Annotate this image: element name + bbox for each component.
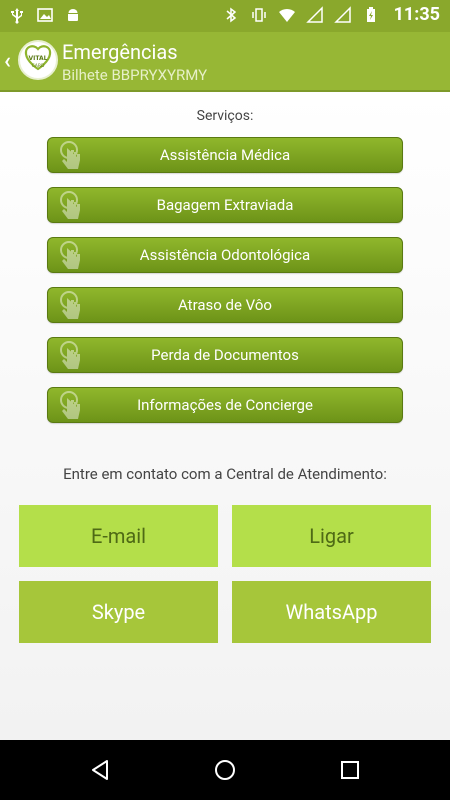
signal-sim1-icon — [305, 5, 323, 23]
service-label: Bagagem Extraviada — [156, 196, 294, 214]
signal-sim2-icon — [333, 5, 351, 23]
service-label: Assistência Médica — [159, 146, 291, 164]
svg-text:CARD: CARD — [32, 63, 45, 69]
tap-finger-icon — [60, 241, 80, 269]
service-button-bagagem-extraviada[interactable]: Bagagem Extraviada — [47, 187, 403, 223]
service-button-perda-de-documentos[interactable]: Perda de Documentos — [47, 337, 403, 373]
service-label: Informações de Concierge — [137, 396, 313, 414]
service-label: Assistência Odontológica — [139, 246, 311, 264]
tap-finger-icon — [60, 191, 80, 219]
wifi-icon — [278, 8, 295, 22]
whatsapp-button-label: WhatsApp — [285, 600, 378, 624]
image-icon — [37, 8, 53, 22]
vibrate-icon — [251, 7, 266, 22]
whatsapp-button[interactable]: WhatsApp — [232, 581, 431, 643]
battery-charging-icon — [366, 6, 375, 22]
tap-finger-icon — [60, 291, 80, 319]
service-button-assistencia-medica[interactable]: Assistência Médica — [47, 137, 403, 173]
service-label: Perda de Documentos — [151, 346, 299, 364]
tap-finger-icon — [60, 141, 80, 169]
home-circle-icon[interactable] — [213, 758, 237, 782]
action-bar: ‹ VITAL CARD Emergências Bilhete BBPRYXY… — [0, 32, 450, 92]
bluetooth-icon — [226, 7, 236, 22]
call-button-label: Ligar — [309, 524, 354, 548]
navigation-bar — [0, 740, 450, 800]
call-button[interactable]: Ligar — [232, 505, 431, 567]
services-label: Serviços: — [196, 108, 254, 124]
contact-label: Entre em contato com a Central de Atendi… — [63, 465, 387, 483]
clock: 11:35 — [393, 4, 440, 25]
app-logo[interactable]: VITAL CARD — [18, 40, 58, 80]
skype-button[interactable]: Skype — [19, 581, 218, 643]
back-triangle-icon[interactable] — [88, 758, 112, 782]
up-chevron-icon[interactable]: ‹ — [4, 49, 11, 74]
skype-button-label: Skype — [91, 600, 146, 624]
service-button-assistencia-odontologica[interactable]: Assistência Odontológica — [47, 237, 403, 273]
tap-finger-icon — [60, 341, 80, 369]
email-button[interactable]: E-mail — [19, 505, 218, 567]
status-bar: 11:35 — [0, 0, 450, 32]
usb-icon — [11, 8, 23, 24]
android-icon — [68, 9, 78, 21]
email-button-label: E-mail — [90, 524, 147, 548]
svg-text:VITAL: VITAL — [29, 55, 48, 62]
recents-square-icon[interactable] — [338, 758, 362, 782]
tap-finger-icon — [60, 391, 80, 419]
main-content: Serviços: Assistência Médica Bagagem Ext… — [0, 92, 450, 740]
service-button-atraso-de-voo[interactable]: Atraso de Vôo — [47, 287, 403, 323]
service-button-informacoes-de-concierge[interactable]: Informações de Concierge — [47, 387, 403, 423]
service-label: Atraso de Vôo — [178, 296, 272, 314]
page-title: Emergências — [62, 40, 178, 64]
ticket-subtitle: Bilhete BBPRYXYRMY — [62, 66, 208, 84]
